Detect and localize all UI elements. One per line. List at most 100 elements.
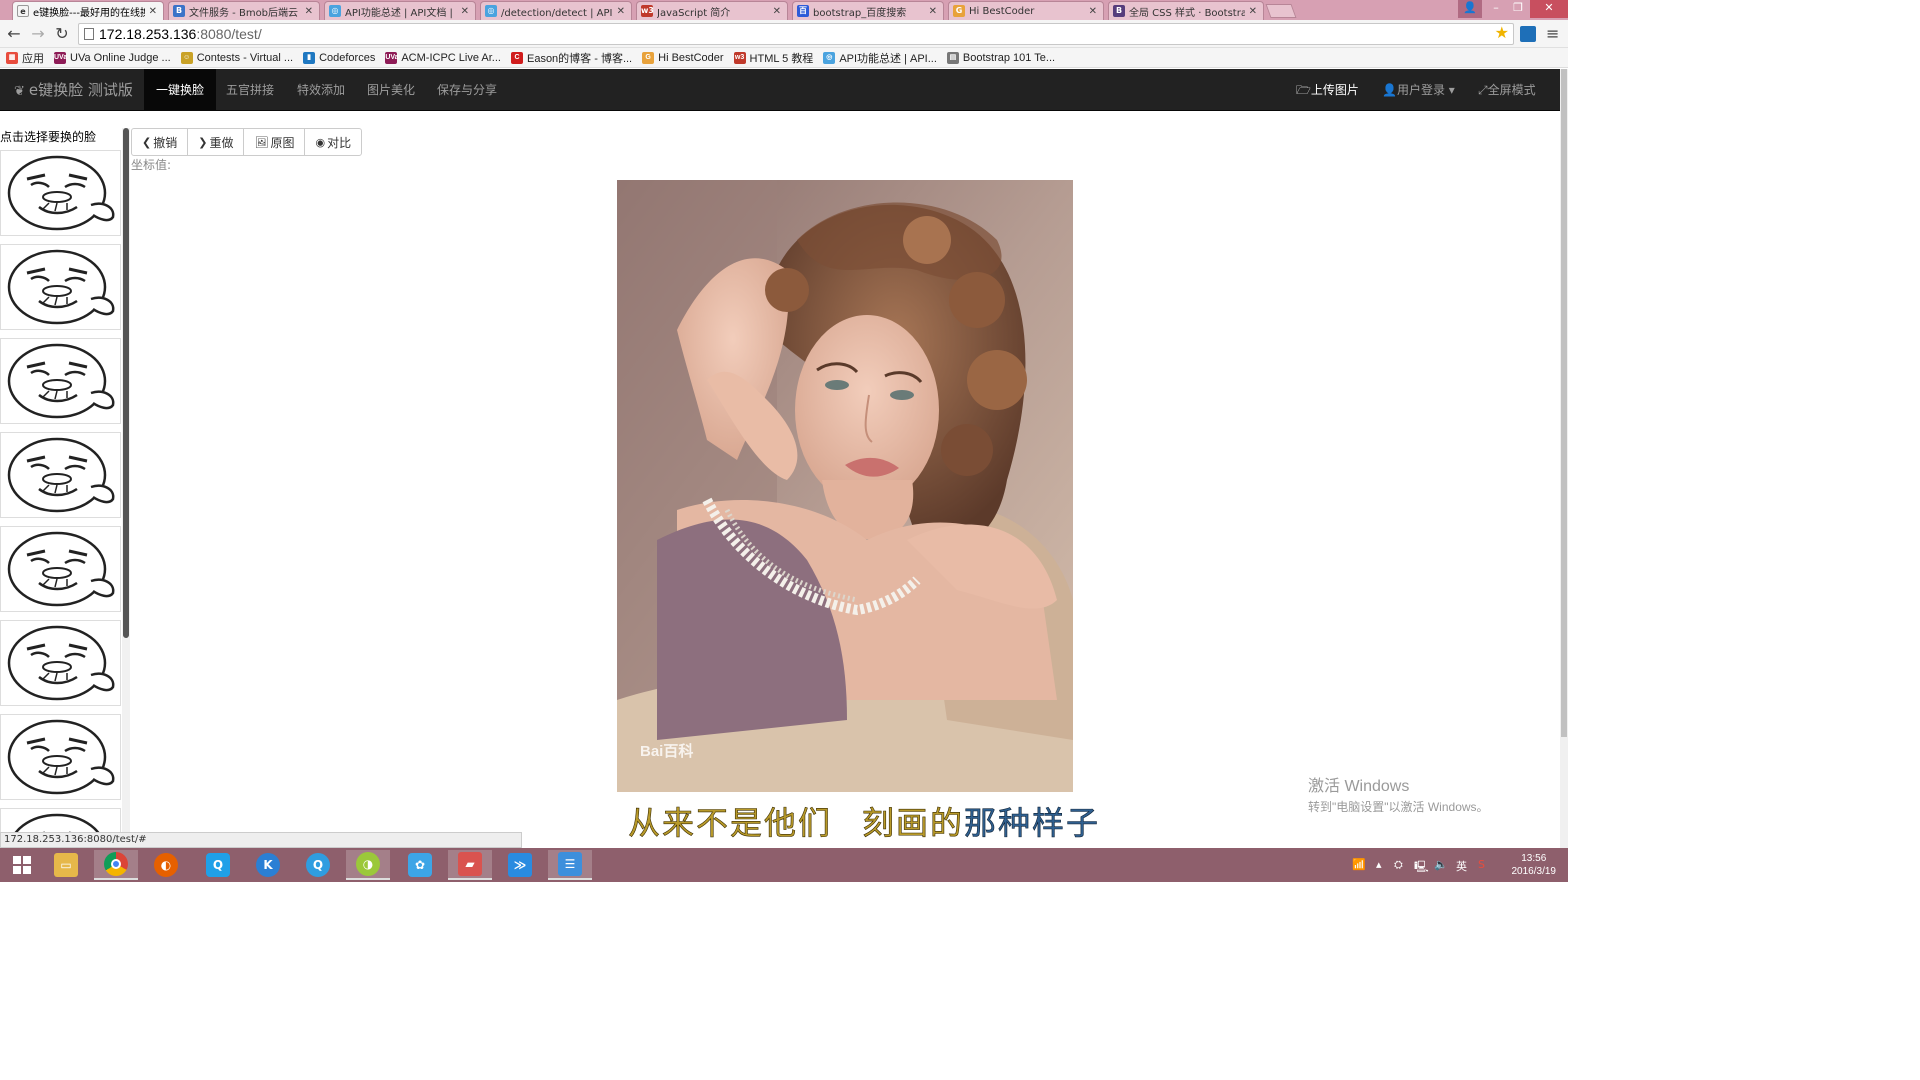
close-icon[interactable]: ✕ <box>461 6 469 17</box>
tray-app-icon[interactable]: ⛭ <box>1394 858 1403 872</box>
original-image-button[interactable]: 🖼 原图 <box>243 128 306 156</box>
qq-icon: Q <box>206 853 230 877</box>
bookmark-icpc[interactable]: UVa ACM-ICPC Live Ar... <box>385 51 501 64</box>
bookmark-label: Hi BestCoder <box>658 51 724 64</box>
wifi-icon[interactable]: 📶 <box>1352 858 1366 871</box>
bookmark-star-icon[interactable]: ★ <box>1495 24 1509 44</box>
nav-effects[interactable]: 特效添加 <box>285 69 357 111</box>
tray-expand-icon[interactable]: ▴ <box>1376 858 1382 871</box>
tab-bmob[interactable]: B 文件服务 - Bmob后端云 ✕ <box>168 1 320 20</box>
firefox-task[interactable]: ◐ <box>144 850 188 880</box>
face-list-scrollbar[interactable] <box>122 128 130 832</box>
xunlei-task[interactable]: ≫ <box>498 850 542 880</box>
bookmark-label: Eason的博客 - 博客... <box>526 52 633 65</box>
face-option-thumbnail[interactable] <box>0 244 121 330</box>
face-option-thumbnail[interactable] <box>0 808 121 832</box>
bookmark-apps[interactable]: ▦ 应用 <box>6 50 44 66</box>
face-option-thumbnail[interactable] <box>0 338 121 424</box>
ime-indicator[interactable]: 英 <box>1456 858 1467 874</box>
new-tab-button[interactable] <box>1265 4 1297 18</box>
chrome-task[interactable] <box>94 850 138 880</box>
tab-baidu-search[interactable]: 百 bootstrap_百度搜索 ✕ <box>792 1 944 20</box>
upload-image-button[interactable]: 🗁上传图片 <box>1284 69 1371 111</box>
link-status-bar: 172.18.253.136:8080/test/# <box>0 832 522 848</box>
brand[interactable]: ❦ e键换脸 测试版 <box>14 69 133 111</box>
close-icon[interactable]: ✕ <box>149 6 157 17</box>
network-app-task[interactable]: ✿ <box>398 850 442 880</box>
minimize-icon[interactable]: – <box>1484 0 1508 18</box>
forward-arrow-icon[interactable]: → <box>28 24 48 44</box>
close-icon[interactable]: ✕ <box>1249 6 1257 17</box>
nav-save-share[interactable]: 保存与分享 <box>425 69 509 111</box>
eraser-app-task[interactable]: ▰ <box>448 850 492 880</box>
undo-button[interactable]: ❮ 撤销 <box>131 128 189 156</box>
face-option-thumbnail[interactable] <box>0 150 121 236</box>
network-icon[interactable]: 🖳 <box>1414 858 1429 877</box>
main-photo[interactable] <box>617 180 1073 792</box>
reload-icon[interactable]: ↻ <box>52 24 72 44</box>
redo-button[interactable]: ❯ 重做 <box>187 128 245 156</box>
chrome-icon <box>104 852 128 876</box>
fullscreen-button[interactable]: ⤢全屏模式 <box>1466 69 1548 111</box>
menu-icon[interactable]: ≡ <box>1546 24 1559 43</box>
scrollbar-thumb[interactable] <box>123 128 129 638</box>
bookmark-bootstrap[interactable]: ▤ Bootstrap 101 Te... <box>946 51 1055 64</box>
user-login-dropdown[interactable]: 👤用户登录 ▾ <box>1370 69 1467 111</box>
bookmarks-bar: ▦ 应用 UVa UVa Online Judge ... ☺ Contests… <box>0 48 1568 68</box>
bookmark-uva[interactable]: UVa UVa Online Judge ... <box>54 51 171 64</box>
file-explorer-task[interactable]: ▭ <box>44 850 88 880</box>
app-task[interactable]: ◑ <box>346 850 390 880</box>
url-input[interactable]: 172.18.253.136:8080/test/ ★ <box>78 23 1514 45</box>
scrollbar-thumb[interactable] <box>1561 69 1567 737</box>
page-icon: ▤ <box>946 51 959 64</box>
nav-feature-stitch[interactable]: 五官拼接 <box>214 69 286 111</box>
portrait-image <box>617 180 1073 792</box>
tab-api-overview[interactable]: ◎ API功能总述 | API文档 | F ✕ <box>324 1 476 20</box>
page-scrollbar[interactable] <box>1560 69 1568 849</box>
activation-subtitle: 转到"电脑设置"以激活 Windows。 <box>1308 800 1489 814</box>
close-icon[interactable]: ✕ <box>773 6 781 17</box>
browser-task[interactable]: Q <box>296 850 340 880</box>
chat-app-task[interactable]: ☰ <box>548 850 592 880</box>
close-icon[interactable]: ✕ <box>1089 6 1097 17</box>
tab-ejianhuanlian[interactable]: e e键换脸---最好用的在线换 ✕ <box>12 1 164 20</box>
nav-face-swap[interactable]: 一键换脸 <box>144 69 217 111</box>
bookmark-api[interactable]: ◎ API功能总述 | API... <box>823 50 937 66</box>
app-navbar: ❦ e键换脸 测试版 一键换脸 五官拼接 特效添加 图片美化 保存与分享 🗁上传图… <box>0 69 1560 111</box>
bookmark-bestcoder[interactable]: G Hi BestCoder <box>642 51 724 64</box>
bookmark-html5[interactable]: w3 HTML 5 教程 <box>733 50 813 66</box>
start-button[interactable] <box>0 850 44 880</box>
nav-beautify[interactable]: 图片美化 <box>355 69 427 111</box>
kugou-task[interactable]: K <box>246 850 290 880</box>
close-icon[interactable]: ✕ <box>305 6 313 17</box>
system-clock[interactable]: 13:56 2016/3/19 <box>1512 852 1557 878</box>
face-option-thumbnail[interactable] <box>0 620 121 706</box>
bookmark-eason-blog[interactable]: C Eason的博客 - 博客... <box>510 50 633 66</box>
user-profile-icon[interactable]: 👤 <box>1458 0 1482 18</box>
face-option-thumbnail[interactable] <box>0 432 121 518</box>
restore-icon[interactable]: ❐ <box>1506 0 1530 18</box>
extension-icon[interactable] <box>1520 26 1536 42</box>
folder-open-icon: 🗁 <box>1296 83 1311 97</box>
back-arrow-icon[interactable]: ← <box>4 24 24 44</box>
url-path: :8080/test/ <box>196 26 262 42</box>
tab-bestcoder[interactable]: G Hi BestCoder ✕ <box>948 1 1104 20</box>
qq-task[interactable]: Q <box>196 850 240 880</box>
volume-icon[interactable]: 🔈 <box>1434 858 1448 871</box>
tab-detection-detect[interactable]: ◎ /detection/detect | API文 ✕ <box>480 1 632 20</box>
close-window-icon[interactable]: ✕ <box>1530 0 1568 18</box>
face-option-thumbnail[interactable] <box>0 526 121 612</box>
close-icon[interactable]: ✕ <box>929 6 937 17</box>
chat-icon: ☰ <box>558 852 582 876</box>
sogou-icon[interactable]: S <box>1478 858 1485 871</box>
compare-button[interactable]: ◉ 对比 <box>304 128 363 156</box>
face-option-thumbnail[interactable] <box>0 714 121 800</box>
bookmark-vjudge[interactable]: ☺ Contests - Virtual ... <box>180 51 293 64</box>
network-app-icon: ✿ <box>408 853 432 877</box>
folder-icon: ▭ <box>54 853 78 877</box>
close-icon[interactable]: ✕ <box>617 6 625 17</box>
w3school-favicon-icon: w3 <box>641 5 654 17</box>
tab-javascript[interactable]: w3 JavaScript 简介 ✕ <box>636 1 788 20</box>
bookmark-codeforces[interactable]: ▮ Codeforces <box>303 51 375 64</box>
tab-bootstrap-css[interactable]: B 全局 CSS 样式 · Bootstra ✕ <box>1108 1 1264 20</box>
